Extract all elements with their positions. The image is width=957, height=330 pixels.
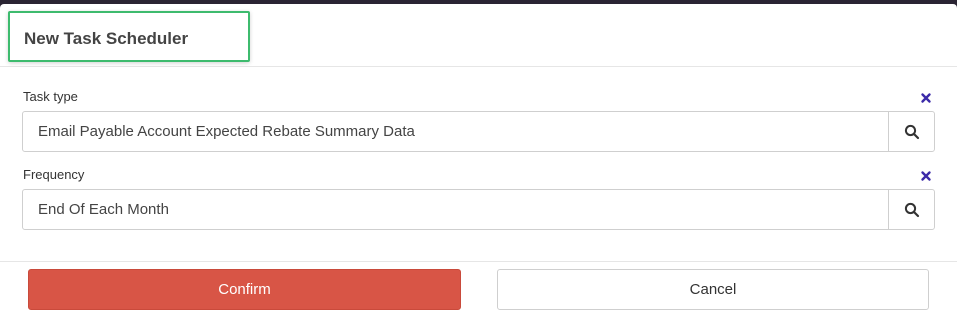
task-type-clear-icon[interactable] [918, 90, 934, 106]
task-type-search-button[interactable] [888, 112, 934, 151]
frequency-label: Frequency [23, 167, 85, 182]
frequency-search-button[interactable] [888, 190, 934, 229]
task-scheduler-dialog: New Task Scheduler Task type Frequency [0, 4, 957, 330]
cancel-button[interactable]: Cancel [497, 269, 929, 310]
task-type-label: Task type [23, 89, 78, 104]
confirm-button[interactable]: Confirm [28, 269, 461, 310]
frequency-clear-icon[interactable] [918, 168, 934, 184]
frequency-input[interactable] [23, 190, 888, 229]
task-type-input[interactable] [23, 112, 888, 151]
search-icon [904, 202, 919, 217]
title-highlight-box: New Task Scheduler [8, 11, 250, 62]
footer-divider [0, 261, 957, 262]
dialog-header: New Task Scheduler [0, 4, 957, 67]
task-type-input-group [22, 111, 935, 152]
frequency-input-group [22, 189, 935, 230]
dialog-title: New Task Scheduler [24, 29, 189, 48]
search-icon [904, 124, 919, 139]
